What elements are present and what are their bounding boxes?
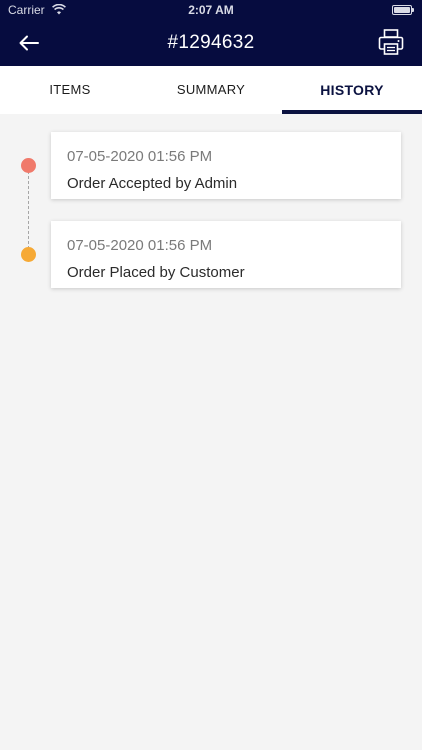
timeline-dot xyxy=(21,247,36,262)
status-bar: Carrier 2:07 AM xyxy=(0,0,422,20)
history-event: Order Placed by Customer xyxy=(67,264,245,281)
active-tab-indicator xyxy=(282,110,422,114)
timeline-connector xyxy=(28,166,29,254)
history-timestamp: 07-05-2020 01:56 PM xyxy=(67,148,213,165)
status-time: 2:07 AM xyxy=(188,3,234,17)
tab-summary[interactable]: SUMMARY xyxy=(141,66,281,114)
history-card: 07-05-2020 01:56 PM Order Placed by Cust… xyxy=(51,221,401,288)
tab-history[interactable]: HISTORY xyxy=(282,66,422,114)
timeline-dot xyxy=(21,158,36,173)
history-card: 07-05-2020 01:56 PM Order Accepted by Ad… xyxy=(51,132,401,199)
printer-icon[interactable] xyxy=(378,28,404,56)
page-title: #1294632 xyxy=(167,32,255,53)
history-event: Order Accepted by Admin xyxy=(67,175,238,192)
tab-bar: ITEMS SUMMARY HISTORY xyxy=(0,66,422,114)
tab-items[interactable]: ITEMS xyxy=(0,66,140,114)
battery-icon xyxy=(392,5,414,15)
history-timestamp: 07-05-2020 01:56 PM xyxy=(67,237,213,254)
app-header: Carrier 2:07 AM #1294632 xyxy=(0,0,422,66)
